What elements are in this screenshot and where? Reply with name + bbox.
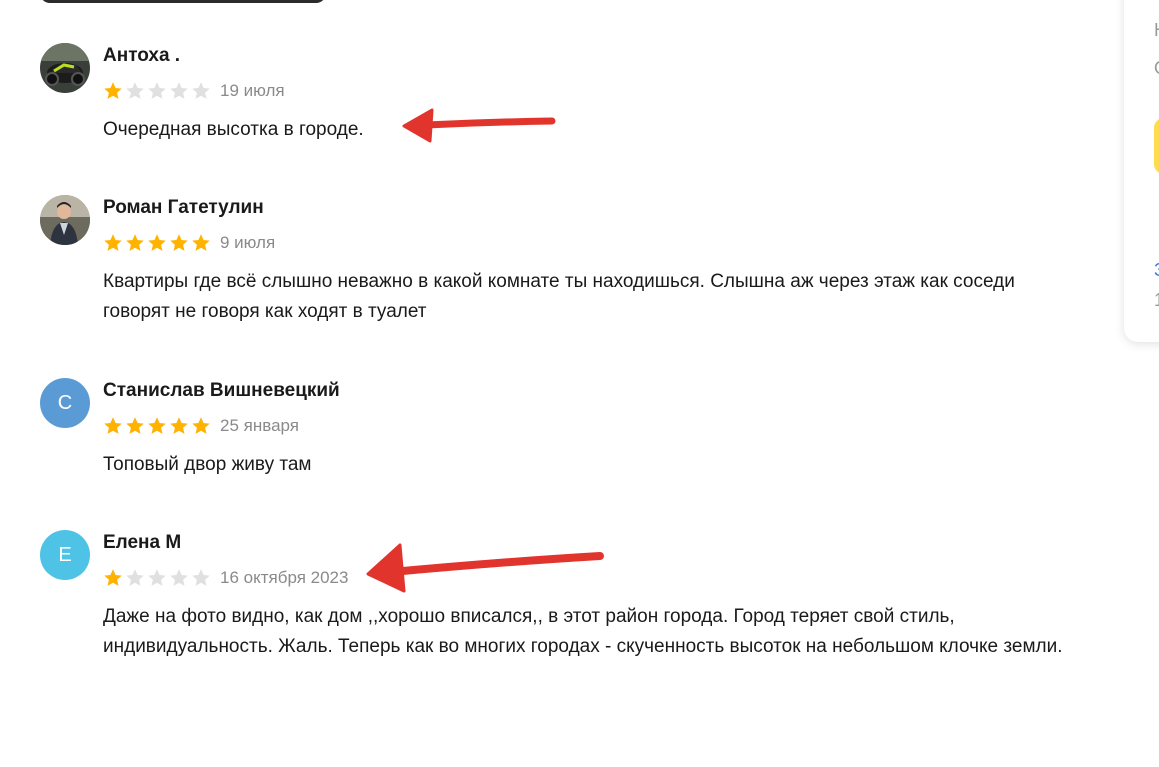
review-text: Даже на фото видно, как дом ,,хорошо впи… <box>103 606 1063 657</box>
side-text-fragment: О <box>1154 58 1159 79</box>
review-date: 19 июля <box>220 81 285 100</box>
star-empty-icon <box>170 569 188 586</box>
star-empty-icon <box>148 82 166 99</box>
star-filled-icon <box>170 417 188 434</box>
avatar[interactable] <box>40 43 90 93</box>
avatar[interactable] <box>40 195 90 245</box>
rating-stars <box>103 233 211 253</box>
avatar[interactable]: С <box>40 378 90 428</box>
star-empty-icon <box>126 569 144 586</box>
star-filled-icon <box>104 234 122 251</box>
top-bar-edge <box>40 0 326 3</box>
star-empty-icon <box>126 82 144 99</box>
review-item: Антоха . 19 июля Очередная высотка в гор… <box>40 43 1080 153</box>
star-filled-icon <box>192 234 210 251</box>
avatar[interactable]: Е <box>40 530 90 580</box>
review-meta: 19 июля <box>103 80 285 102</box>
star-empty-icon <box>192 82 210 99</box>
star-filled-icon <box>192 417 210 434</box>
review-meta: 9 июля <box>103 232 275 254</box>
review-author[interactable]: Станислав Вишневецкий <box>103 380 340 402</box>
star-empty-icon <box>170 82 188 99</box>
review-date: 16 октября 2023 <box>220 568 349 587</box>
review-author[interactable]: Роман Гатетулин <box>103 197 264 219</box>
rating-stars <box>103 568 211 588</box>
star-filled-icon <box>170 234 188 251</box>
rating-stars <box>103 81 211 101</box>
star-filled-icon <box>104 82 122 99</box>
avatar-letter: С <box>57 391 73 414</box>
side-action-button[interactable] <box>1154 118 1159 174</box>
review-meta: 25 января <box>103 415 299 437</box>
side-info-card: Н О З 1 <box>1124 0 1159 342</box>
review-text: Очередная высотка в городе. <box>103 119 364 140</box>
review-author[interactable]: Антоха . <box>103 45 180 67</box>
review-item: Роман Гатетулин 9 июля Квартиры где всё … <box>40 195 1080 335</box>
review-author[interactable]: Елена М <box>103 532 181 554</box>
star-empty-icon <box>148 569 166 586</box>
review-text: Топовый двор живу там <box>103 454 312 475</box>
star-filled-icon <box>104 569 122 586</box>
side-text-fragment: 1 <box>1154 290 1159 311</box>
motorcycle-photo-icon <box>40 43 90 93</box>
avatar-letter: Е <box>58 543 72 566</box>
person-photo-icon <box>40 195 90 245</box>
review-date: 25 января <box>220 416 299 435</box>
rating-stars <box>103 416 211 436</box>
review-item: Е Елена М 16 октября 2023 Даже на фото в… <box>40 530 1080 700</box>
star-filled-icon <box>126 417 144 434</box>
star-filled-icon <box>126 234 144 251</box>
review-date: 9 июля <box>220 233 276 252</box>
star-filled-icon <box>148 234 166 251</box>
side-text-fragment: Н <box>1154 20 1159 41</box>
side-link-fragment[interactable]: З <box>1154 260 1159 281</box>
star-empty-icon <box>192 569 210 586</box>
review-item: С Станислав Вишневецкий 25 января Топовы… <box>40 378 1080 488</box>
review-text: Квартиры где всё слышно неважно в какой … <box>103 271 1015 322</box>
star-filled-icon <box>148 417 166 434</box>
review-meta: 16 октября 2023 <box>103 567 348 589</box>
star-filled-icon <box>104 417 122 434</box>
